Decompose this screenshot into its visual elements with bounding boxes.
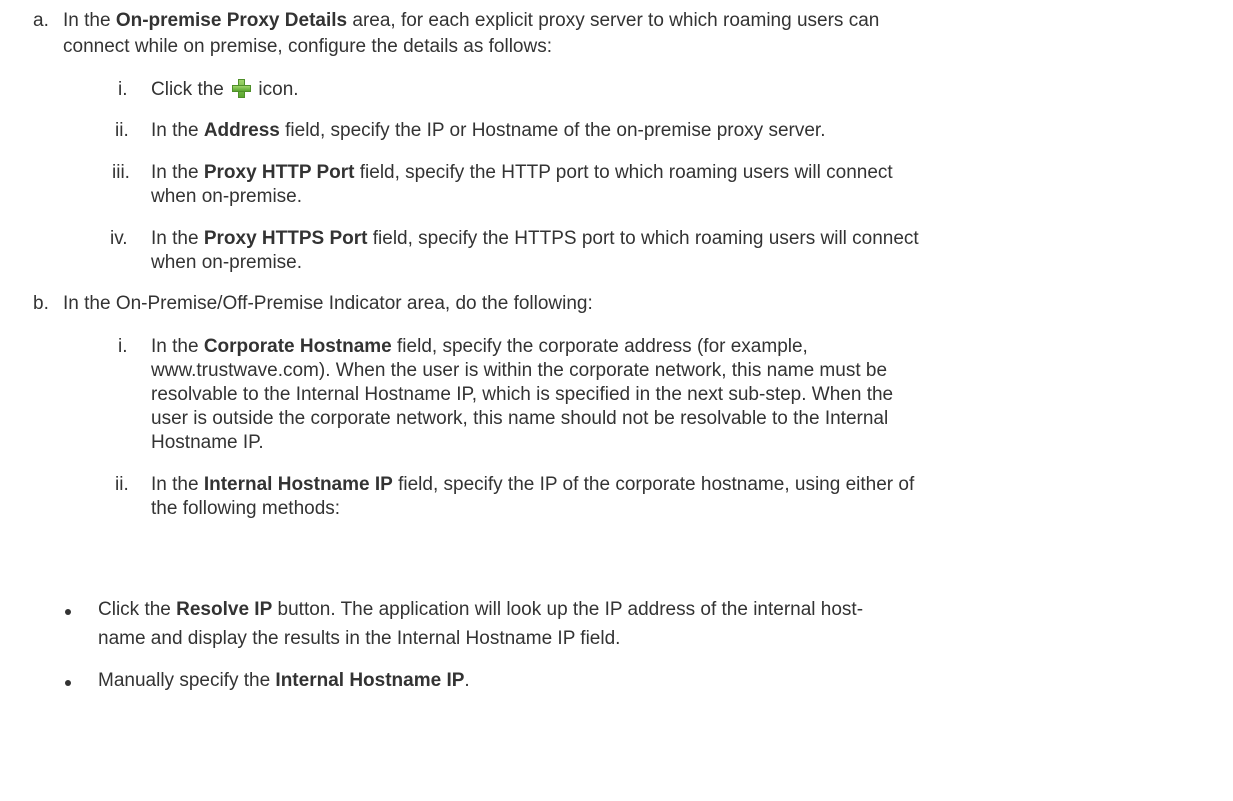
item-a-bold: On-premise Proxy Details — [115, 10, 348, 31]
step-a-iii: In the Proxy HTTP Port field, specify th… — [151, 161, 893, 185]
step-a-i: Click the icon. — [151, 78, 299, 102]
step-a-ii-post: field, specify the IP or Hostname of the… — [279, 120, 826, 141]
step-marker-a-i: i. — [118, 79, 128, 100]
bullet-1-pre: Click the — [98, 599, 177, 620]
step-marker-a-iii: iii. — [112, 162, 130, 183]
step-a-iii-pre: In the — [151, 162, 204, 183]
step-marker-a-ii: ii. — [115, 120, 129, 141]
corporate-hostname-field-name: Corporate Hostname — [203, 336, 392, 357]
internal-hostname-ip-name: Internal Hostname IP — [275, 670, 465, 691]
step-marker-a-iv: iv. — [110, 228, 128, 249]
internal-hostname-ip-field-name: Internal Hostname IP — [203, 474, 393, 495]
step-b-ii-post: field, specify the IP of the corporate h… — [392, 474, 915, 495]
add-plus-icon — [231, 78, 252, 98]
bullet-2-pre: Manually specify the — [98, 670, 276, 691]
proxy-http-port-field-name: Proxy HTTP Port — [203, 162, 355, 183]
bullet-dot — [65, 680, 71, 686]
step-b-ii: In the Internal Hostname IP field, speci… — [151, 473, 914, 497]
step-a-iii-line2: when on-premise. — [151, 186, 303, 207]
item-b-text: In the On-Premise/Off-Premise Indicator … — [63, 293, 593, 314]
bullet-item-resolve-ip-line2: name and display the results in the Inte… — [98, 628, 621, 649]
bullet-dot — [65, 609, 71, 615]
bullet-item-resolve-ip: Click the Resolve IP button. The applica… — [98, 598, 863, 622]
step-a-iii-post: field, specify the HTTP port to which ro… — [354, 162, 893, 183]
document-page: a. In the On-premise Proxy Details area,… — [0, 0, 1233, 801]
step-b-ii-line2: the following methods: — [151, 498, 341, 519]
step-a-i-post: icon. — [253, 79, 299, 100]
step-b-i-line5: Hostname IP. — [151, 432, 264, 453]
bullet-2-post: . — [464, 670, 470, 691]
address-field-name: Address — [203, 120, 280, 141]
step-marker-b-ii: ii. — [115, 474, 129, 495]
bullet-item-manual: Manually specify the Internal Hostname I… — [98, 669, 470, 693]
step-a-iv-pre: In the — [151, 228, 204, 249]
step-b-i-line4: user is outside the corporate network, t… — [151, 408, 889, 429]
step-a-iv: In the Proxy HTTPS Port field, specify t… — [151, 227, 919, 251]
step-b-i-pre: In the — [151, 336, 204, 357]
step-b-i-post: field, specify the corporate address (fo… — [391, 336, 808, 357]
proxy-https-port-field-name: Proxy HTTPS Port — [203, 228, 368, 249]
step-b-ii-pre: In the — [151, 474, 204, 495]
step-a-ii: In the Address field, specify the IP or … — [151, 119, 825, 143]
item-a-text-pre: In the — [63, 10, 116, 31]
list-marker-b: b. — [33, 293, 49, 314]
bullet-1-post: button. The application will look up the… — [272, 599, 864, 620]
step-a-ii-pre: In the — [151, 120, 204, 141]
item-a-line1: In the On-premise Proxy Details area, fo… — [63, 9, 879, 33]
step-a-iv-post: field, specify the HTTPS port to which r… — [367, 228, 919, 249]
step-a-iv-line2: when on-premise. — [151, 252, 303, 273]
resolve-ip-button-name: Resolve IP — [176, 599, 273, 620]
step-marker-b-i: i. — [118, 336, 128, 357]
step-a-i-pre: Click the — [151, 79, 230, 100]
step-b-i-line3: resolvable to the Internal Hostname IP, … — [151, 384, 894, 405]
list-marker-a: a. — [33, 10, 49, 31]
item-a-line2: connect while on premise, configure the … — [63, 36, 552, 57]
step-b-i-line2: www.trustwave.com). When the user is wit… — [151, 360, 888, 381]
item-a-text-post: area, for each explicit proxy server to … — [347, 10, 880, 31]
step-b-i: In the Corporate Hostname field, specify… — [151, 335, 808, 359]
